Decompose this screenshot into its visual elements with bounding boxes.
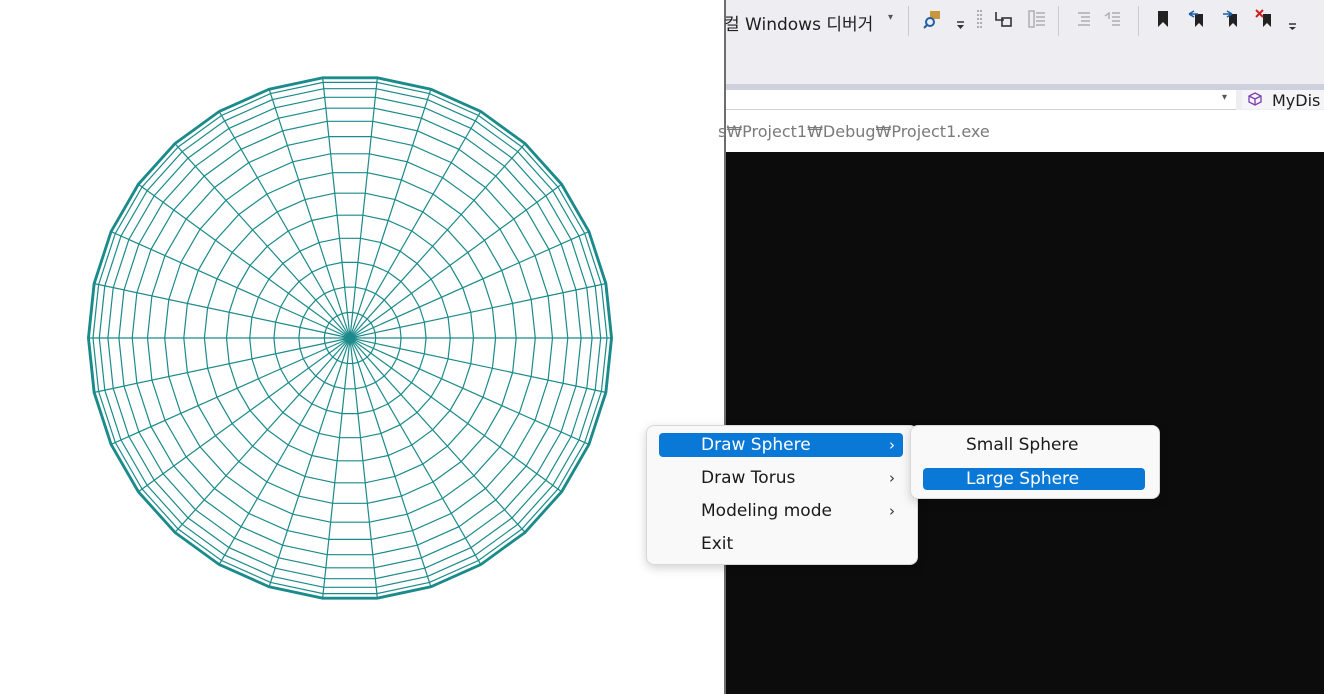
next-bookmark-icon[interactable] <box>1220 8 1242 30</box>
longitude-line <box>174 337 351 534</box>
chevron-right-icon: › <box>889 502 895 520</box>
opengl-window[interactable] <box>0 0 725 694</box>
find-in-files-icon[interactable] <box>922 8 944 30</box>
menu-item-label: Exit <box>701 534 734 554</box>
navigation-bar: ▾ MyDis <box>726 90 1324 110</box>
toolbar-separator <box>908 6 909 36</box>
menu-item-label: Large Sphere <box>966 469 1080 489</box>
previous-bookmark-icon[interactable] <box>1186 8 1208 30</box>
longitude-line <box>349 337 432 588</box>
visual-studio-ide: 컬 Windows 디버거 ▾ ▾ MyDis s₩Project1₩Debug… <box>718 0 1324 694</box>
longitude-line <box>349 142 526 339</box>
step-into-icon[interactable] <box>992 8 1014 30</box>
indent-icon[interactable] <box>1072 8 1094 30</box>
longitude-line <box>349 230 590 339</box>
longitude-line <box>349 337 378 599</box>
longitude-line <box>349 77 378 339</box>
comment-block-icon[interactable] <box>1026 8 1048 30</box>
longitude-line <box>349 337 482 566</box>
debugger-selector[interactable]: 컬 Windows 디버거 <box>724 10 873 35</box>
menu-item-draw-torus[interactable]: Draw Torus › <box>659 466 903 490</box>
longitude-line <box>218 110 351 339</box>
outdent-icon[interactable] <box>1102 8 1124 30</box>
menu-item-modeling-mode[interactable]: Modeling mode › <box>659 499 903 523</box>
menu-item-label: Modeling mode <box>701 501 832 521</box>
overflow-icon[interactable] <box>952 8 974 30</box>
scope-combo[interactable]: ▾ <box>726 90 1236 110</box>
member-combo-label: MyDis <box>1272 91 1321 110</box>
longitude-line <box>268 88 351 339</box>
toolbar-separator <box>1058 6 1059 36</box>
toolbar-separator <box>1138 6 1139 36</box>
menu-item-exit[interactable]: Exit <box>659 532 903 556</box>
console-output <box>726 152 1324 694</box>
longitude-line <box>349 88 432 339</box>
menu-item-label: Draw Sphere <box>701 435 811 455</box>
grip-icon <box>972 8 994 30</box>
longitude-line <box>349 337 590 446</box>
longitude-line <box>174 142 351 339</box>
longitude-line <box>110 230 351 339</box>
menu-item-small-sphere[interactable]: Small Sphere <box>923 433 1145 457</box>
ide-toolbar: 컬 Windows 디버거 ▾ <box>724 0 1324 84</box>
longitude-line <box>268 337 351 588</box>
chevron-down-icon[interactable]: ▾ <box>888 12 893 23</box>
longitude-line <box>322 77 351 339</box>
cube-icon <box>1248 92 1262 106</box>
console-path: s₩Project1₩Debug₩Project1.exe <box>718 122 990 141</box>
longitude-line <box>218 337 351 566</box>
longitude-line <box>349 337 526 534</box>
longitude-line <box>349 110 482 339</box>
longitude-line <box>322 337 351 599</box>
submenu-draw-sphere: Small Sphere Large Sphere <box>910 425 1160 499</box>
sphere-pole <box>346 334 354 342</box>
menu-item-label: Draw Torus <box>701 468 796 488</box>
menu-item-large-sphere[interactable]: Large Sphere <box>923 468 1145 490</box>
bookmark-icon[interactable] <box>1152 8 1174 30</box>
chevron-right-icon: › <box>889 469 895 487</box>
chevron-down-icon[interactable]: ▾ <box>1222 92 1227 103</box>
console-titlebar[interactable]: s₩Project1₩Debug₩Project1.exe <box>718 110 1324 152</box>
menu-item-draw-sphere[interactable]: Draw Sphere › <box>659 433 903 457</box>
clear-bookmarks-icon[interactable] <box>1254 8 1276 30</box>
menu-item-label: Small Sphere <box>966 435 1079 455</box>
context-menu: Draw Sphere › Draw Torus › Modeling mode… <box>646 425 918 565</box>
overflow-icon[interactable] <box>1284 8 1306 30</box>
chevron-right-icon: › <box>889 436 895 454</box>
member-combo[interactable]: MyDis <box>1242 90 1324 110</box>
wireframe-sphere <box>86 76 614 600</box>
longitude-line <box>110 337 351 446</box>
